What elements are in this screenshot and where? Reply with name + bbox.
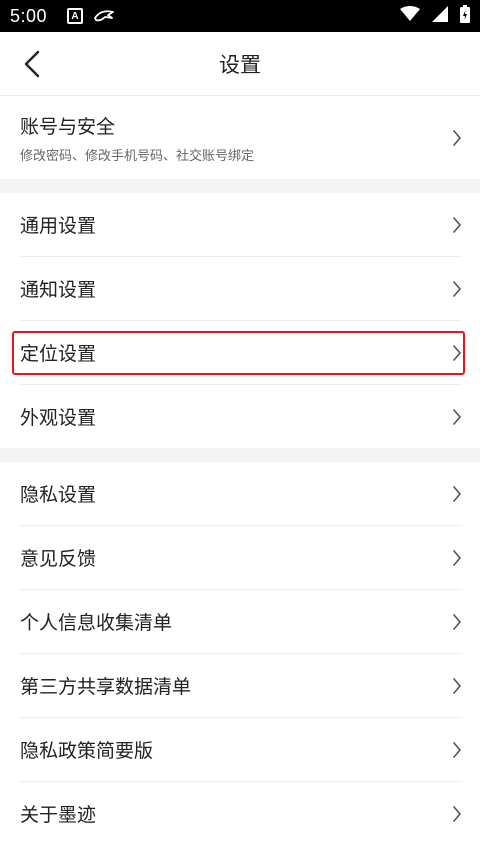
settings-item-label: 通知设置 (20, 279, 97, 301)
settings-item-label: 个人信息收集清单 (20, 612, 173, 634)
settings-item-label: 意见反馈 (20, 548, 97, 570)
bird-notification-icon (93, 8, 115, 24)
status-bar: 5:00 A (0, 0, 480, 32)
chevron-right-icon (453, 280, 462, 297)
wifi-icon (400, 6, 420, 26)
settings-item-personal-info-list[interactable]: 个人信息收集清单 (0, 590, 480, 653)
settings-item-label: 隐私设置 (20, 484, 97, 506)
chevron-right-icon (453, 216, 462, 233)
settings-item-notification[interactable]: 通知设置 (0, 257, 480, 320)
status-time: 5:00 (10, 5, 48, 26)
back-arrow-icon (24, 50, 40, 78)
chevron-right-icon (453, 613, 462, 630)
settings-item-label: 通用设置 (20, 215, 97, 237)
chevron-right-icon (453, 408, 462, 425)
settings-item-label: 外观设置 (20, 407, 97, 429)
settings-item-label: 定位设置 (20, 343, 97, 365)
settings-item-privacy[interactable]: 隐私设置 (0, 462, 480, 525)
general-group: 通用设置 通知设置 定位设置 外观设置 (0, 193, 480, 448)
settings-item-privacy-policy[interactable]: 隐私政策简要版 (0, 718, 480, 781)
chevron-right-icon (453, 741, 462, 758)
signal-icon (432, 6, 448, 26)
app-bar: 设置 (0, 32, 480, 96)
settings-item-label: 账号与安全 (20, 115, 116, 138)
chevron-right-icon (453, 485, 462, 502)
chevron-right-icon (453, 805, 462, 822)
back-button[interactable] (14, 46, 50, 82)
settings-item-third-party-list[interactable]: 第三方共享数据清单 (0, 654, 480, 717)
settings-item-feedback[interactable]: 意见反馈 (0, 526, 480, 589)
settings-item-sublabel: 修改密码、修改手机号码、社交账号绑定 (20, 148, 255, 164)
privacy-group: 隐私设置 意见反馈 个人信息收集清单 第三方共享数据清单 隐私政策简要版 关于墨… (0, 462, 480, 853)
notification-a-icon: A (67, 8, 84, 24)
settings-item-account-security[interactable]: 账号与安全 修改密码、修改手机号码、社交账号绑定 (0, 96, 480, 179)
settings-item-appearance[interactable]: 外观设置 (0, 385, 480, 448)
page-title: 设置 (219, 52, 261, 77)
settings-item-label: 第三方共享数据清单 (20, 676, 192, 698)
chevron-right-icon (453, 549, 462, 566)
settings-item-about[interactable]: 关于墨迹 (0, 782, 480, 845)
battery-icon (460, 5, 470, 27)
chevron-right-icon (453, 677, 462, 694)
settings-item-label: 关于墨迹 (20, 804, 97, 826)
settings-item-general[interactable]: 通用设置 (0, 193, 480, 256)
chevron-right-icon (453, 344, 462, 361)
account-group: 账号与安全 修改密码、修改手机号码、社交账号绑定 (0, 96, 480, 179)
settings-item-label: 隐私政策简要版 (20, 740, 154, 762)
settings-item-location[interactable]: 定位设置 (0, 321, 480, 384)
chevron-right-icon (453, 129, 462, 146)
